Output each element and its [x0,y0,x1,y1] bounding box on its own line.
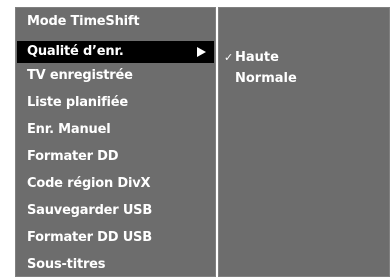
menu-item-recorded-tv[interactable]: TV enregistrée [15,65,216,87]
menu-item-format-usb-hdd[interactable]: Formater DD USB [15,227,216,249]
menu-item-format-hdd[interactable]: Formater DD [15,146,216,168]
checkmark-icon: ✓ [224,51,234,64]
menu-item-label: Code région DivX [27,176,151,191]
menu-item-manual-recording[interactable]: Enr. Manuel [15,119,216,141]
menu-item-label: TV enregistrée [27,68,133,83]
menu-item-mode-timeshift[interactable]: Mode TimeShift [15,11,216,33]
submenu-item-high[interactable]: ✓ Haute [218,47,390,69]
menu-item-subtitles[interactable]: Sous-titres [15,254,216,276]
submenu-panel: ✓ Haute Normale [218,7,390,277]
main-menu-panel: Mode TimeShift Qualité d’enr. TV enregis… [15,7,216,277]
menu-item-label: Sous-titres [27,257,106,272]
submenu-item-label: Haute [235,50,279,65]
menu-item-recording-quality[interactable]: Qualité d’enr. [17,41,214,63]
menu-item-usb-backup[interactable]: Sauvegarder USB [15,200,216,222]
menu-item-schedule-list[interactable]: Liste planifiée [15,92,216,114]
menu-screen: Mode TimeShift Qualité d’enr. TV enregis… [0,0,391,280]
menu-item-label: Sauvegarder USB [27,203,153,218]
menu-item-label: Formater DD USB [27,230,152,245]
triangle-right-icon [197,47,206,57]
menu-item-divx-code[interactable]: Code région DivX [15,173,216,195]
menu-item-label: Qualité d’enr. [27,44,124,59]
menu-item-label: Formater DD [27,149,119,164]
menu-item-label: Mode TimeShift [27,14,140,29]
submenu-item-label: Normale [235,71,297,86]
submenu-item-normal[interactable]: Normale [218,68,390,90]
menu-item-label: Enr. Manuel [27,122,111,137]
menu-item-label: Liste planifiée [27,95,129,110]
